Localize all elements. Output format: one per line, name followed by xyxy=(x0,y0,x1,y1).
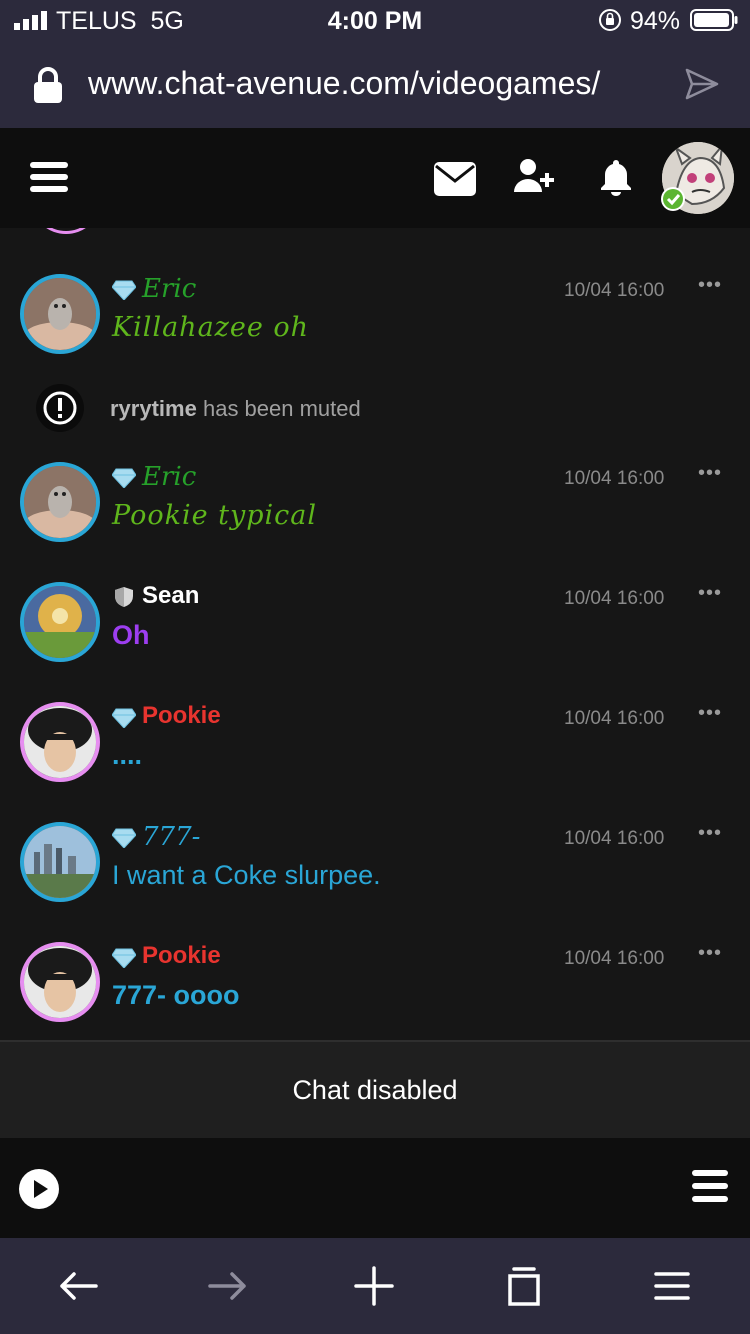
diamond-icon xyxy=(112,708,136,728)
add-user-icon[interactable] xyxy=(514,158,556,194)
shield-icon xyxy=(115,587,133,607)
message-text: Pookie typical xyxy=(112,500,318,531)
muted-username[interactable]: ryrytime xyxy=(110,396,197,421)
username[interactable]: Pookie xyxy=(142,942,221,970)
username[interactable]: 777- xyxy=(142,822,200,852)
diamond-icon xyxy=(112,948,136,968)
more-options-icon[interactable]: ••• xyxy=(698,942,722,965)
message-text: Oh xyxy=(112,620,150,650)
username[interactable]: Eric xyxy=(142,274,196,304)
orientation-lock-icon xyxy=(599,9,621,31)
menu-icon[interactable] xyxy=(30,162,68,192)
more-options-icon[interactable]: ••• xyxy=(698,462,722,485)
browser-toolbar xyxy=(0,1238,750,1334)
avatar-art xyxy=(24,706,96,778)
bell-icon[interactable] xyxy=(598,158,634,196)
message-text: I want a Coke slurpee. xyxy=(112,860,381,890)
menu-icon[interactable] xyxy=(650,1264,694,1308)
timestamp: 10/04 16:00 xyxy=(564,280,665,301)
app-footer xyxy=(0,1138,750,1238)
chat-disabled-notice: Chat disabled xyxy=(0,1040,750,1138)
system-message-text: ryrytime has been muted xyxy=(110,396,361,421)
mail-icon[interactable] xyxy=(434,162,476,196)
battery-percent: 94% xyxy=(630,7,681,35)
message-text: .... xyxy=(112,740,143,770)
avatar-art xyxy=(24,466,96,538)
warning-icon xyxy=(36,384,84,432)
send-icon[interactable] xyxy=(684,66,720,102)
app-header xyxy=(0,128,750,228)
message-text: Killahazee oh xyxy=(112,312,310,343)
avatar[interactable] xyxy=(20,942,100,1022)
system-message: ryrytime has been muted xyxy=(0,382,750,432)
avatar[interactable] xyxy=(20,582,100,662)
url-text[interactable]: www.chat-avenue.com/videogames/ xyxy=(88,65,600,102)
avatar xyxy=(34,228,98,234)
more-options-icon[interactable]: ••• xyxy=(698,822,722,845)
chat-log: Eric 10/04 16:00 ••• Killahazee oh ryryt… xyxy=(0,228,750,1040)
timestamp: 10/04 16:00 xyxy=(564,828,665,849)
status-bar: TELUS 5G 4:00 PM 94% xyxy=(0,0,750,40)
avatar-art xyxy=(24,946,96,1018)
username[interactable]: Pookie xyxy=(142,702,221,730)
address-bar[interactable]: www.chat-avenue.com/videogames/ xyxy=(0,40,750,128)
timestamp: 10/04 16:00 xyxy=(564,588,665,609)
diamond-icon xyxy=(112,828,136,848)
menu-icon[interactable] xyxy=(692,1170,728,1202)
avatar[interactable] xyxy=(20,702,100,782)
username[interactable]: Eric xyxy=(142,462,196,492)
online-status-icon xyxy=(661,187,685,211)
avatar[interactable] xyxy=(20,822,100,902)
avatar-art xyxy=(24,586,96,658)
avatar[interactable] xyxy=(20,462,100,542)
timestamp: 10/04 16:00 xyxy=(564,468,665,489)
more-options-icon[interactable]: ••• xyxy=(698,702,722,725)
message-text: 777- oooo xyxy=(112,980,240,1010)
username[interactable]: Sean xyxy=(142,582,199,610)
battery-icon xyxy=(690,9,738,31)
new-tab-icon[interactable] xyxy=(352,1264,396,1308)
play-icon[interactable] xyxy=(18,1168,60,1210)
lock-icon xyxy=(34,67,62,103)
forward-arrow-icon[interactable] xyxy=(206,1264,250,1308)
avatar[interactable] xyxy=(20,274,100,354)
more-options-icon[interactable]: ••• xyxy=(698,274,722,297)
avatar-art xyxy=(24,826,96,898)
timestamp: 10/04 16:00 xyxy=(564,948,665,969)
tabs-icon[interactable] xyxy=(502,1264,546,1308)
diamond-icon xyxy=(112,280,136,300)
back-arrow-icon[interactable] xyxy=(56,1264,100,1308)
avatar-art xyxy=(24,278,96,350)
diamond-icon xyxy=(112,468,136,488)
more-options-icon[interactable]: ••• xyxy=(698,582,722,605)
timestamp: 10/04 16:00 xyxy=(564,708,665,729)
